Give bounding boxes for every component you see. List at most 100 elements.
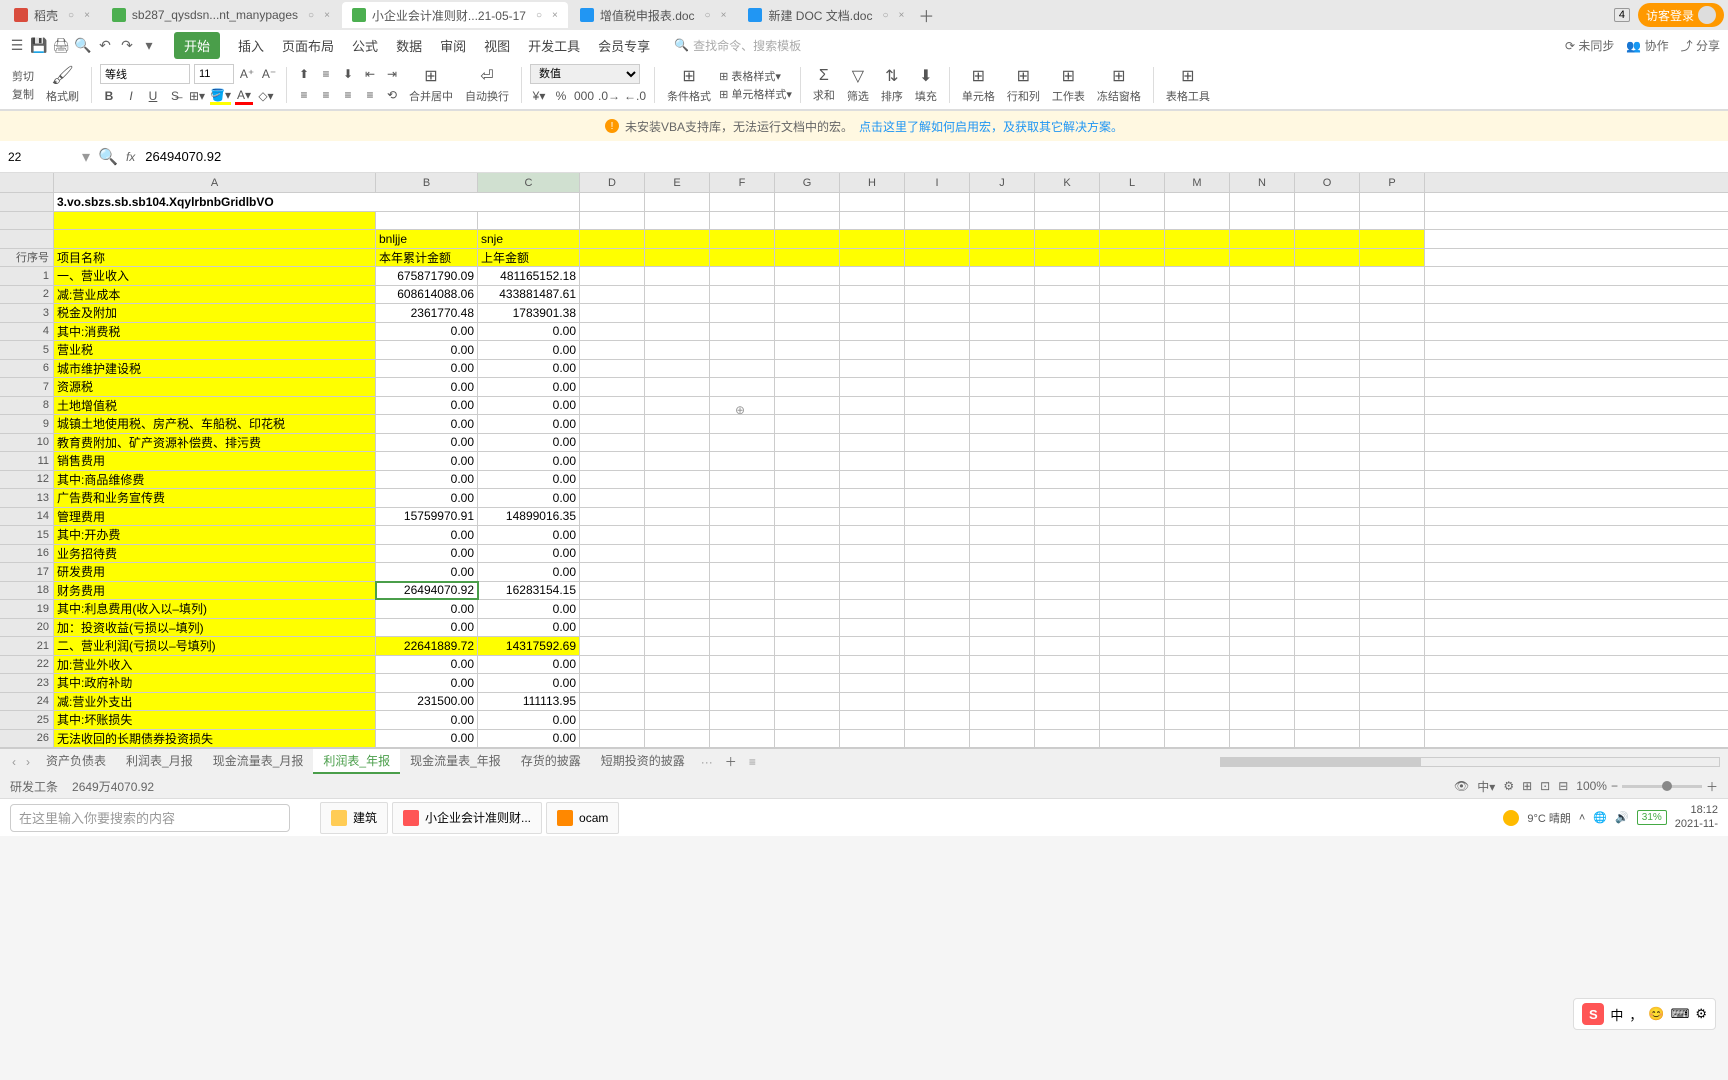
cell[interactable] — [1230, 323, 1295, 341]
cell[interactable]: 资源税 — [54, 378, 376, 396]
cell[interactable]: 0.00 — [478, 563, 580, 581]
cell[interactable]: 0.00 — [478, 674, 580, 692]
cell[interactable] — [970, 397, 1035, 415]
cell[interactable] — [905, 397, 970, 415]
cell[interactable] — [645, 230, 710, 248]
cell[interactable] — [1360, 730, 1425, 748]
zoom-slider[interactable] — [1622, 785, 1702, 788]
cell[interactable] — [645, 304, 710, 322]
cell[interactable]: 税金及附加 — [54, 304, 376, 322]
cell[interactable] — [1230, 212, 1295, 230]
cell[interactable] — [970, 582, 1035, 600]
cell[interactable] — [840, 360, 905, 378]
cell[interactable] — [1360, 360, 1425, 378]
cell[interactable]: 0.00 — [376, 600, 478, 618]
cell[interactable] — [905, 230, 970, 248]
cell[interactable] — [1295, 600, 1360, 618]
cell[interactable] — [710, 563, 775, 581]
cell[interactable] — [970, 193, 1035, 211]
cell[interactable] — [1360, 619, 1425, 637]
cell[interactable] — [1100, 452, 1165, 470]
cell[interactable]: 0.00 — [376, 619, 478, 637]
cell[interactable]: 1783901.38 — [478, 304, 580, 322]
cell[interactable] — [1360, 711, 1425, 729]
align-top-icon[interactable]: ⬆ — [295, 65, 313, 83]
cut-button[interactable]: 剪切 — [12, 68, 34, 84]
cell[interactable]: 营业税 — [54, 341, 376, 359]
cell[interactable] — [1230, 249, 1295, 267]
cell[interactable] — [580, 582, 645, 600]
cell[interactable] — [710, 526, 775, 544]
cell[interactable] — [645, 600, 710, 618]
cell[interactable] — [1035, 212, 1100, 230]
cell[interactable] — [54, 212, 376, 230]
cell[interactable] — [970, 637, 1035, 655]
column-header[interactable]: D — [580, 173, 645, 192]
cell[interactable]: 项目名称 — [54, 249, 376, 267]
cell[interactable] — [1100, 267, 1165, 285]
cell[interactable] — [905, 711, 970, 729]
cell[interactable] — [1035, 452, 1100, 470]
cell[interactable] — [775, 267, 840, 285]
font-select[interactable] — [100, 64, 190, 84]
cell[interactable] — [840, 730, 905, 748]
cell[interactable] — [1295, 545, 1360, 563]
cell[interactable] — [1360, 378, 1425, 396]
sheet-tab[interactable]: 资产负债表 — [36, 749, 116, 774]
sheet-tab[interactable]: 存货的披露 — [511, 749, 591, 774]
cell[interactable] — [710, 212, 775, 230]
cell[interactable] — [1035, 341, 1100, 359]
cell[interactable] — [580, 415, 645, 433]
cell[interactable] — [710, 656, 775, 674]
cell[interactable] — [1295, 212, 1360, 230]
cell[interactable] — [905, 693, 970, 711]
cell[interactable] — [840, 249, 905, 267]
number-format-select[interactable]: 数值 — [530, 64, 640, 84]
cell[interactable] — [580, 711, 645, 729]
cell[interactable] — [645, 693, 710, 711]
cell[interactable] — [840, 341, 905, 359]
cell[interactable] — [775, 600, 840, 618]
tab-close-icon[interactable]: ○ — [882, 10, 888, 21]
cell[interactable] — [840, 434, 905, 452]
cell[interactable] — [775, 526, 840, 544]
cell[interactable] — [1100, 545, 1165, 563]
cell[interactable]: 14899016.35 — [478, 508, 580, 526]
cell[interactable] — [1230, 637, 1295, 655]
cell[interactable] — [1100, 341, 1165, 359]
cell[interactable] — [970, 267, 1035, 285]
cell[interactable] — [905, 545, 970, 563]
cell[interactable] — [775, 711, 840, 729]
cell[interactable] — [905, 415, 970, 433]
cell[interactable] — [970, 378, 1035, 396]
cell[interactable]: 减:营业成本 — [54, 286, 376, 304]
cell[interactable]: 0.00 — [376, 397, 478, 415]
column-header[interactable]: M — [1165, 173, 1230, 192]
cell[interactable] — [905, 378, 970, 396]
cell[interactable]: 其中:开办费 — [54, 526, 376, 544]
cell[interactable] — [970, 526, 1035, 544]
column-header[interactable]: B — [376, 173, 478, 192]
cell[interactable] — [1100, 323, 1165, 341]
cell[interactable] — [1100, 212, 1165, 230]
cell[interactable] — [1035, 489, 1100, 507]
cell[interactable] — [1295, 489, 1360, 507]
align-center-icon[interactable]: ≡ — [317, 86, 335, 104]
ime-emoji-icon[interactable]: 😊 — [1648, 1006, 1664, 1022]
cell[interactable] — [905, 637, 970, 655]
ime-lang[interactable]: 中 — [1610, 1005, 1623, 1024]
cell[interactable]: 0.00 — [478, 656, 580, 674]
cell[interactable] — [970, 489, 1035, 507]
cell[interactable] — [1295, 360, 1360, 378]
cell[interactable] — [580, 526, 645, 544]
cell[interactable]: 其中:坏账损失 — [54, 711, 376, 729]
sheet-more[interactable]: ··· — [697, 755, 717, 769]
cell[interactable]: 一、营业收入 — [54, 267, 376, 285]
freeze-button[interactable]: ⊞冻结窗格 — [1093, 66, 1145, 104]
cell[interactable] — [645, 508, 710, 526]
cell[interactable] — [580, 212, 645, 230]
cell[interactable] — [1230, 230, 1295, 248]
tray-volume-icon[interactable]: 🔊 — [1615, 811, 1629, 824]
cell[interactable] — [710, 249, 775, 267]
cell[interactable] — [840, 674, 905, 692]
